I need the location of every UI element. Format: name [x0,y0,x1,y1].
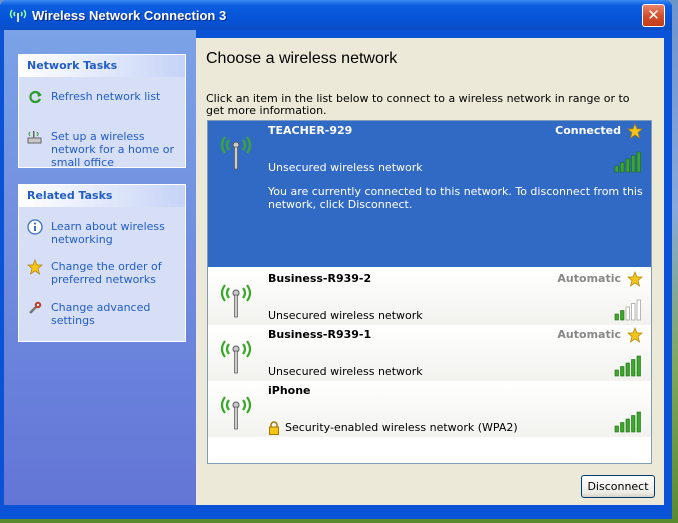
signal-bar [625,306,630,321]
network-security: Unsecured wireless network [268,161,423,174]
setup-wireless-label[interactable]: Set up a wireless network for a home or … [51,130,183,169]
refresh-network-list-task[interactable]: Refresh network list [27,89,177,107]
title-bar[interactable]: Wireless Network Connection 3 ✕ [0,0,672,30]
signal-bar [614,369,619,377]
task-pane: Network Tasks Refresh network list Set u… [4,30,196,505]
network-list[interactable]: TEACHER-929 Connected Unsecured wireless… [207,120,652,464]
learn-wireless-label[interactable]: Learn about wireless networking [51,220,183,246]
wireless-network-icon [220,284,252,318]
signal-bar [636,151,641,173]
learn-wireless-task[interactable]: Learn about wireless networking [27,219,177,247]
network-item-business-r939-1[interactable]: Business-R939-1 Automatic Unsecured wire… [208,325,651,381]
page-title: Choose a wireless network [206,50,398,67]
window-title: Wireless Network Connection 3 [32,8,227,23]
disconnect-button[interactable]: Disconnect [581,475,655,498]
related-tasks-header: Related Tasks [19,185,185,207]
network-name: TEACHER-929 [268,124,353,137]
signal-strength-icon [614,411,641,433]
network-name: Business-R939-1 [268,328,372,341]
window-bottom-border [4,505,664,515]
signal-bar [620,422,625,433]
connected-message: You are currently connected to this netw… [268,185,643,211]
signal-bar [620,366,625,377]
signal-strength-icon [614,151,641,173]
instruction-text: Click an item in the list below to conne… [206,92,630,117]
wireless-network-icon [220,396,252,430]
signal-bar [636,411,641,433]
info-icon [27,219,43,235]
network-pane: Choose a wireless network Click an item … [196,38,664,505]
window-client: Network Tasks Refresh network list Set u… [4,30,664,515]
setup-wireless-icon [27,131,42,144]
signal-bar [625,362,630,377]
network-tasks-header: Network Tasks [19,55,185,77]
signal-strength-icon [614,299,641,321]
wireless-connection-window: Wireless Network Connection 3 ✕ Network … [0,0,672,519]
network-item-teacher-929[interactable]: TEACHER-929 Connected Unsecured wireless… [208,121,651,267]
signal-bar [614,313,619,321]
signal-bar [614,425,619,433]
signal-bar [631,155,636,173]
signal-bar [631,359,636,377]
signal-strength-icon [614,355,641,377]
wireless-network-icon [220,340,252,374]
star-icon [627,123,643,139]
close-button[interactable]: ✕ [642,4,665,27]
refresh-icon [29,90,42,104]
network-status: Connected [555,124,621,137]
signal-bar [625,418,630,433]
star-icon [627,271,643,287]
signal-bar [620,310,625,321]
star-icon [627,327,643,343]
wireless-antenna-icon [9,9,27,22]
signal-bar [631,415,636,433]
star-icon [27,259,43,275]
network-security: Unsecured wireless network [268,309,423,322]
settings-icon [29,301,42,314]
network-tasks-panel: Network Tasks Refresh network list Set u… [18,54,186,169]
network-status: Automatic [557,272,621,285]
network-item-iphone[interactable]: iPhone Security-enabled wireless network… [208,381,651,437]
change-order-label[interactable]: Change the order of preferred networks [51,260,183,286]
network-item-business-r939-2[interactable]: Business-R939-2 Automatic Unsecured wire… [208,269,651,325]
signal-bar [614,165,619,173]
wireless-network-icon [220,136,252,170]
signal-bar [631,303,636,321]
advanced-settings-task[interactable]: Change advanced settings [27,300,177,328]
setup-wireless-task[interactable]: Set up a wireless network for a home or … [27,129,177,169]
related-tasks-panel: Related Tasks Learn about wireless netwo… [18,184,186,342]
signal-bar [636,299,641,321]
advanced-settings-label[interactable]: Change advanced settings [51,301,183,327]
network-name: Business-R939-2 [268,272,372,285]
change-order-task[interactable]: Change the order of preferred networks [27,259,177,287]
signal-bar [636,355,641,377]
network-name: iPhone [268,384,311,397]
network-security: Unsecured wireless network [268,365,423,378]
network-status: Automatic [557,328,621,341]
lock-icon [269,421,279,435]
network-security: Security-enabled wireless network (WPA2) [285,421,518,434]
signal-bar [625,158,630,173]
signal-bar [620,162,625,173]
refresh-network-list-label[interactable]: Refresh network list [51,90,183,103]
